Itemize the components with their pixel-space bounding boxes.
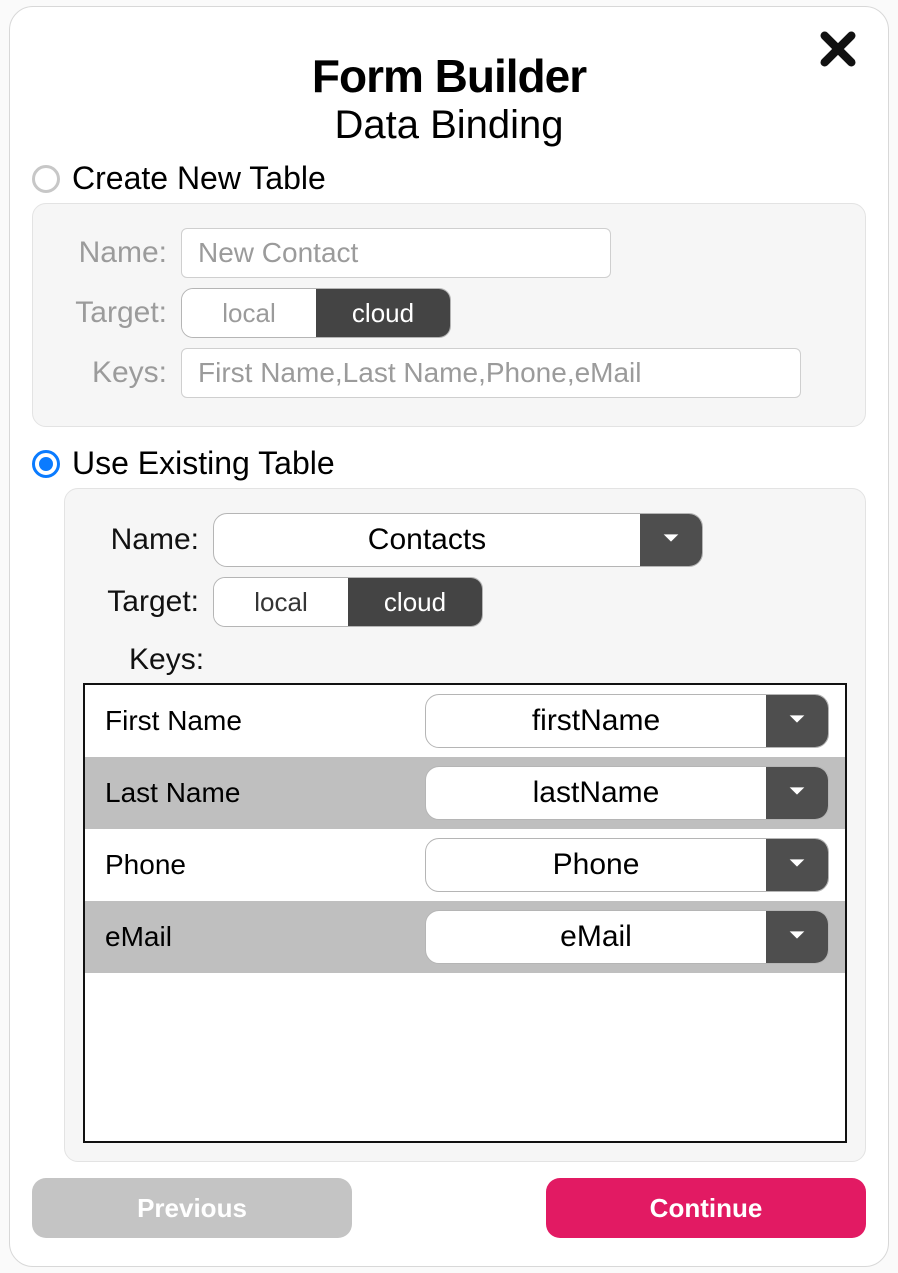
create-target-label: Target: (51, 296, 181, 330)
use-name-label: Name: (83, 523, 213, 557)
key-mapping-select[interactable]: lastName (425, 766, 829, 820)
use-name-value: Contacts (214, 514, 640, 566)
create-table-panel: Name: New Contact Target: local cloud Ke… (32, 203, 866, 427)
close-icon (818, 56, 858, 73)
radio-use-label: Use Existing Table (72, 445, 335, 482)
form-builder-dialog: Form Builder Data Binding Create New Tab… (9, 6, 889, 1267)
chevron-down-icon (786, 852, 808, 879)
use-target-label: Target: (83, 585, 213, 619)
create-keys-input[interactable]: First Name,Last Name,Phone,eMail (181, 348, 801, 398)
key-mapping-value: eMail (426, 911, 766, 963)
chevron-down-icon (660, 527, 682, 554)
keys-mapping-box: First Name firstName Last Name lastName (83, 683, 847, 1143)
use-keys-label: Keys: (129, 643, 847, 677)
chevron-down-icon (786, 708, 808, 735)
create-target-segmented: local cloud (181, 288, 451, 338)
key-mapping-select[interactable]: firstName (425, 694, 829, 748)
dialog-subtitle: Data Binding (32, 103, 866, 148)
radio-create-label: Create New Table (72, 160, 326, 197)
dialog-title: Form Builder (32, 49, 866, 103)
key-source-label: First Name (101, 705, 401, 737)
key-source-label: eMail (101, 921, 401, 953)
previous-button[interactable]: Previous (32, 1178, 352, 1238)
use-table-panel: Name: Contacts Target: local cloud Keys:… (64, 488, 866, 1162)
key-row: First Name firstName (85, 685, 845, 757)
key-mapping-dropdown-button[interactable] (766, 767, 828, 819)
close-button[interactable] (818, 29, 858, 74)
use-target-segmented: local cloud (213, 577, 483, 627)
chevron-down-icon (786, 924, 808, 951)
key-source-label: Last Name (101, 777, 401, 809)
create-keys-label: Keys: (51, 356, 181, 390)
key-row: Phone Phone (85, 829, 845, 901)
key-mapping-dropdown-button[interactable] (766, 839, 828, 891)
key-mapping-value: Phone (426, 839, 766, 891)
use-name-dropdown-button[interactable] (640, 514, 702, 566)
use-target-cloud[interactable]: cloud (348, 578, 482, 626)
key-mapping-dropdown-button[interactable] (766, 911, 828, 963)
key-mapping-value: lastName (426, 767, 766, 819)
key-mapping-value: firstName (426, 695, 766, 747)
use-target-local[interactable]: local (214, 578, 348, 626)
radio-use-existing-table[interactable] (32, 450, 60, 478)
key-mapping-select[interactable]: Phone (425, 838, 829, 892)
radio-create-new-table[interactable] (32, 165, 60, 193)
key-source-label: Phone (101, 849, 401, 881)
chevron-down-icon (786, 780, 808, 807)
key-row: Last Name lastName (85, 757, 845, 829)
create-target-local[interactable]: local (182, 289, 316, 337)
create-name-label: Name: (51, 236, 181, 270)
key-mapping-select[interactable]: eMail (425, 910, 829, 964)
dialog-footer: Previous Continue (32, 1178, 866, 1238)
create-target-cloud[interactable]: cloud (316, 289, 450, 337)
continue-button[interactable]: Continue (546, 1178, 866, 1238)
use-name-select[interactable]: Contacts (213, 513, 703, 567)
key-row: eMail eMail (85, 901, 845, 973)
create-name-input[interactable]: New Contact (181, 228, 611, 278)
key-mapping-dropdown-button[interactable] (766, 695, 828, 747)
